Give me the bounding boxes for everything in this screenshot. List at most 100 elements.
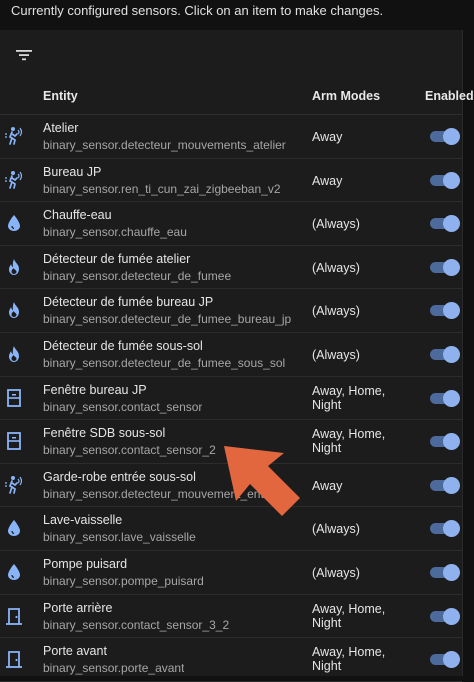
sensor-name: Lave-vaisselle bbox=[43, 513, 123, 528]
sensor-name: Fenêtre bureau JP bbox=[43, 382, 147, 397]
toggle-knob bbox=[443, 520, 460, 538]
enabled-toggle[interactable] bbox=[430, 433, 460, 451]
arm-modes: (Always) bbox=[312, 304, 412, 318]
arm-mode-line: Night bbox=[312, 659, 342, 674]
enabled-toggle[interactable] bbox=[430, 520, 460, 538]
filter-icon bbox=[16, 50, 32, 61]
sensor-row[interactable]: Fenêtre bureau JP binary_sensor.contact_s… bbox=[0, 377, 462, 421]
sensor-row[interactable]: Détecteur de fumée bureau JP binary_senso… bbox=[0, 289, 462, 333]
sensor-entity-id: binary_sensor.ren_ti_cun_zai_zigbeeban_v… bbox=[43, 181, 281, 196]
sensor-row[interactable]: Chauffe-eau binary_sensor.chauffe_eau (Alw… bbox=[0, 202, 462, 246]
sensor-name: Détecteur de fumée sous-sol bbox=[43, 338, 203, 353]
sensor-entity-id: binary_sensor.porte_avant bbox=[43, 661, 185, 676]
enabled-toggle[interactable] bbox=[430, 171, 460, 189]
motion-sensor-icon bbox=[4, 170, 24, 190]
arm-modes: (Always) bbox=[312, 261, 412, 275]
sensors-card: Entity Arm Modes Enabled Atelier binary_s… bbox=[0, 30, 474, 682]
door-icon bbox=[4, 606, 24, 626]
sensor-row[interactable]: Porte arrière binary_sensor.contact_senso… bbox=[0, 595, 462, 639]
enabled-toggle[interactable] bbox=[430, 128, 460, 145]
toggle-knob bbox=[443, 258, 460, 276]
toggle-knob bbox=[443, 171, 460, 189]
enabled-toggle[interactable] bbox=[430, 345, 460, 363]
sensor-name: Atelier bbox=[43, 121, 79, 135]
arm-modes: Away bbox=[312, 174, 412, 188]
motion-sensor-icon bbox=[4, 126, 24, 146]
sensor-row[interactable]: Pompe puisard binary_sensor.pompe_puisard… bbox=[0, 551, 462, 595]
sensor-row[interactable]: Atelier binary_sensor.detecteur_mouvement… bbox=[0, 115, 462, 159]
sensor-name: Détecteur de fumée bureau JP bbox=[43, 295, 214, 310]
arm-mode-line: (Always) bbox=[312, 347, 360, 362]
sensor-row[interactable]: Détecteur de fumée atelier binary_sensor.… bbox=[0, 246, 462, 290]
water-drop-icon bbox=[4, 562, 24, 582]
sensor-list: Atelier binary_sensor.detecteur_mouvement… bbox=[0, 115, 462, 682]
arm-mode-line: Night bbox=[312, 397, 342, 412]
arm-mode-line: Away, Home, bbox=[312, 601, 386, 616]
arm-mode-line: Night bbox=[312, 615, 342, 630]
sensor-entity-id: binary_sensor.contact_sensor_2 bbox=[43, 443, 216, 458]
sensor-name: Détecteur de fumée atelier bbox=[43, 251, 191, 266]
arm-modes: (Always) bbox=[312, 348, 412, 362]
water-drop-icon bbox=[4, 213, 24, 233]
sensor-entity-id: binary_sensor.lave_vaisselle bbox=[43, 530, 196, 545]
arm-modes: Away bbox=[312, 479, 412, 493]
column-entity[interactable]: Entity bbox=[43, 89, 78, 103]
sensor-row[interactable]: Détecteur de fumée sous-sol binary_sensor… bbox=[0, 333, 462, 377]
sensor-entity-id: binary_sensor.pompe_puisard bbox=[43, 573, 204, 588]
toggle-knob bbox=[443, 651, 460, 669]
enabled-toggle[interactable] bbox=[430, 607, 460, 625]
enabled-toggle[interactable] bbox=[430, 258, 460, 276]
arm-modes: (Always) bbox=[312, 566, 412, 580]
toggle-knob bbox=[443, 476, 460, 494]
enabled-toggle[interactable] bbox=[430, 302, 460, 320]
arm-mode-line: Away bbox=[312, 130, 343, 144]
arm-modes: Away, Home, Night bbox=[312, 645, 412, 673]
arm-mode-line: (Always) bbox=[312, 522, 360, 537]
arm-mode-line: Night bbox=[312, 441, 342, 456]
toggle-knob bbox=[443, 563, 460, 581]
sensor-name: Pompe puisard bbox=[43, 556, 128, 571]
sensor-name: Porte arrière bbox=[43, 600, 113, 615]
fire-icon bbox=[4, 257, 24, 277]
sensor-name: Garde-robe entrée sous-sol bbox=[43, 469, 196, 484]
column-arm-modes[interactable]: Arm Modes bbox=[312, 89, 380, 103]
arm-mode-line: Away bbox=[312, 478, 343, 493]
annotation-arrow-icon bbox=[224, 446, 300, 516]
sensor-row[interactable]: Porte avant binary_sensor.porte_avant Away… bbox=[0, 638, 462, 682]
arm-mode-line: Away, Home, bbox=[312, 427, 386, 442]
sensor-name: Porte avant bbox=[43, 644, 107, 659]
arm-mode-line: (Always) bbox=[312, 304, 360, 319]
enabled-toggle[interactable] bbox=[430, 476, 460, 494]
arm-modes: (Always) bbox=[312, 217, 412, 231]
window-icon bbox=[4, 388, 24, 408]
door-icon bbox=[4, 649, 24, 669]
sensor-name: Chauffe-eau bbox=[43, 208, 112, 223]
filter-button[interactable] bbox=[12, 43, 36, 67]
arm-modes: Away bbox=[312, 130, 412, 144]
enabled-toggle[interactable] bbox=[430, 563, 460, 581]
motion-sensor-icon bbox=[4, 475, 24, 495]
arm-mode-line: Away bbox=[312, 173, 343, 188]
enabled-toggle[interactable] bbox=[430, 215, 460, 233]
column-enabled[interactable]: Enabled bbox=[425, 89, 474, 103]
arm-mode-line: (Always) bbox=[312, 565, 360, 580]
fire-icon bbox=[4, 344, 24, 364]
arm-mode-line: (Always) bbox=[312, 260, 360, 275]
sensor-entity-id: binary_sensor.detecteur_de_fumee_bureau_… bbox=[43, 312, 292, 327]
arm-mode-line: Away, Home, bbox=[312, 645, 386, 660]
sensor-entity-id: binary_sensor.detecteur_de_fumee bbox=[43, 268, 232, 283]
water-drop-icon bbox=[4, 518, 24, 538]
arm-modes: Away, Home, Night bbox=[312, 602, 412, 630]
toggle-knob bbox=[443, 128, 460, 145]
toggle-knob bbox=[443, 607, 460, 625]
enabled-toggle[interactable] bbox=[430, 651, 460, 669]
sensor-name: Bureau JP bbox=[43, 164, 102, 179]
sensor-row[interactable]: Bureau JP binary_sensor.ren_ti_cun_zai_zi… bbox=[0, 159, 462, 203]
table-header: Entity Arm Modes Enabled bbox=[0, 78, 474, 115]
sensor-entity-id: binary_sensor.detecteur_mouvements_ateli… bbox=[43, 138, 286, 152]
toggle-knob bbox=[443, 433, 460, 451]
arm-modes: (Always) bbox=[312, 522, 412, 536]
sensor-name: Fenêtre SDB sous-sol bbox=[43, 426, 166, 441]
sensor-entity-id: binary_sensor.detecteur_de_fumee_sous_so… bbox=[43, 355, 286, 370]
enabled-toggle[interactable] bbox=[430, 389, 460, 407]
